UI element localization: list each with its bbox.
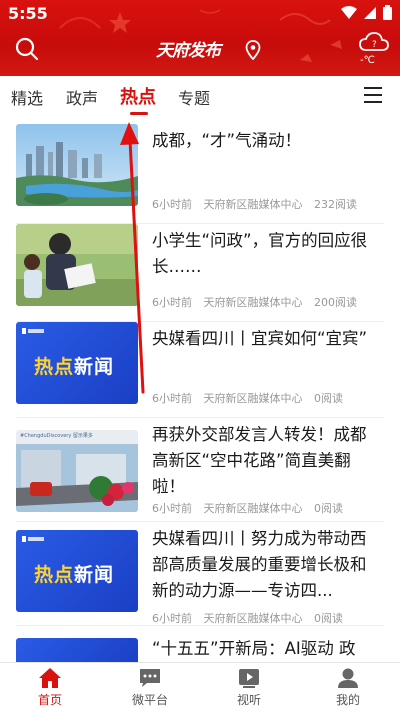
news-thumbnail: 热点新闻 [16,530,138,612]
bottom-navigation: 首页 微平台 视听 我的 [0,662,400,711]
thumbnail-caption: #ChengduDiscovery 留示果多 [20,433,93,439]
news-meta: 6小时前 天府新区融媒体中心 0阅读 [152,390,351,406]
nav-shiting[interactable]: 视听 [219,667,279,708]
news-source: 天府新区融媒体中心 [203,502,303,515]
news-title: 央媒看四川丨宜宾如何“宜宾” [152,329,368,348]
home-icon [39,668,61,688]
profile-icon [338,668,358,688]
status-icons [341,5,392,20]
news-thumbnail [16,430,138,512]
chat-icon [140,669,160,687]
news-thumbnail [16,638,138,662]
nav-mine[interactable]: 我的 [318,667,378,708]
video-icon [239,669,259,688]
nav-home[interactable]: 首页 [20,667,80,708]
news-time: 6小时前 [152,612,192,625]
news-item[interactable]: 小学生“问政”，官方的回应很长…… 6小时前 天府新区融媒体中心 200阅读 [16,224,384,322]
nav-label: 视听 [236,693,261,707]
hot-news-text: 热点新闻 [34,564,115,586]
news-title: 成都，“才”气涌动！ [152,131,302,150]
location-icon[interactable] [245,40,261,60]
news-meta: 6小时前 天府新区融媒体中心 232阅读 [152,196,365,212]
cloud-icon: ? [359,32,389,51]
wifi-icon [341,5,357,19]
app-header: 5:55 天府发布 ? -℃ [0,0,400,76]
status-time: 5:55 [8,4,48,23]
news-reads: 0阅读 [314,612,343,625]
logo-text: 天府发布 [156,41,221,61]
tab-redian[interactable]: 热点 [120,83,156,109]
news-item[interactable]: 热点新闻 央媒看四川丨努力成为带动西部高质量发展的重要增长极和新的动力源——专访… [16,522,384,626]
hot-news-text: 热点新闻 [34,356,115,378]
news-time: 6小时前 [152,296,192,309]
channel-menu-icon[interactable] [364,87,384,105]
news-source: 天府新区融媒体中心 [203,392,303,405]
tab-jingxuan[interactable]: 精选 [11,85,43,109]
weather-temperature: -℃ [360,55,375,66]
news-title: 再获外交部发言人转发！成都高新区“空中花路”简直美翻啦！ [152,425,367,496]
news-item[interactable]: “十五五”开新局：AI驱动 政 [16,630,384,662]
news-source: 天府新区融媒体中心 [203,612,303,625]
search-icon[interactable] [14,36,40,62]
status-bar: 5:55 [0,0,400,28]
news-time: 6小时前 [152,502,192,515]
active-tab-indicator [130,112,148,115]
tab-zhengsheng[interactable]: 政声 [66,85,98,109]
nav-weipingtai[interactable]: 微平台 [120,667,180,708]
signal-icon [364,6,376,19]
news-meta: 6小时前 天府新区融媒体中心 0阅读 [152,610,351,626]
nav-label: 首页 [37,693,62,707]
nav-label: 微平台 [131,693,168,707]
news-thumbnail [16,224,138,306]
news-time: 6小时前 [152,392,192,405]
news-item[interactable]: #ChengduDiscovery 留示果多 再获外交部发言人转发！成都高新区“… [16,418,384,522]
hot-news-logo [22,328,44,336]
news-reads: 200阅读 [314,296,357,309]
weather-widget[interactable]: ? -℃ [358,30,390,72]
news-reads: 232阅读 [314,198,357,211]
nav-label: 我的 [335,693,360,707]
news-list: 成都，“才”气涌动！ 6小时前 天府新区融媒体中心 232阅读 小学生“问政”，… [0,118,400,662]
news-item[interactable]: 热点新闻 央媒看四川丨宜宾如何“宜宾” 6小时前 天府新区融媒体中心 0阅读 [16,322,384,418]
app-logo: 天府发布 [150,32,230,64]
news-meta: 6小时前 天府新区融媒体中心 200阅读 [152,294,365,310]
news-source: 天府新区融媒体中心 [203,296,303,309]
tab-zhuanti[interactable]: 专题 [178,85,210,109]
hot-news-logo [22,536,44,544]
news-meta: 6小时前 天府新区融媒体中心 0阅读 [152,500,351,516]
news-source: 天府新区融媒体中心 [203,198,303,211]
news-reads: 0阅读 [314,392,343,405]
news-thumbnail: 热点新闻 [16,322,138,404]
news-title: “十五五”开新局：AI驱动 政 [152,639,356,658]
svg-text:?: ? [372,40,377,50]
battery-icon [383,5,392,20]
news-item[interactable]: 成都，“才”气涌动！ 6小时前 天府新区融媒体中心 232阅读 [16,124,384,224]
news-reads: 0阅读 [314,502,343,515]
news-title: 央媒看四川丨努力成为带动西部高质量发展的重要增长极和新的动力源——专访四... [152,529,367,600]
news-title: 小学生“问政”，官方的回应很长…… [152,231,368,276]
news-thumbnail [16,124,138,206]
channel-tabs: 精选 政声 热点 专题 [0,76,400,118]
news-time: 6小时前 [152,198,192,211]
